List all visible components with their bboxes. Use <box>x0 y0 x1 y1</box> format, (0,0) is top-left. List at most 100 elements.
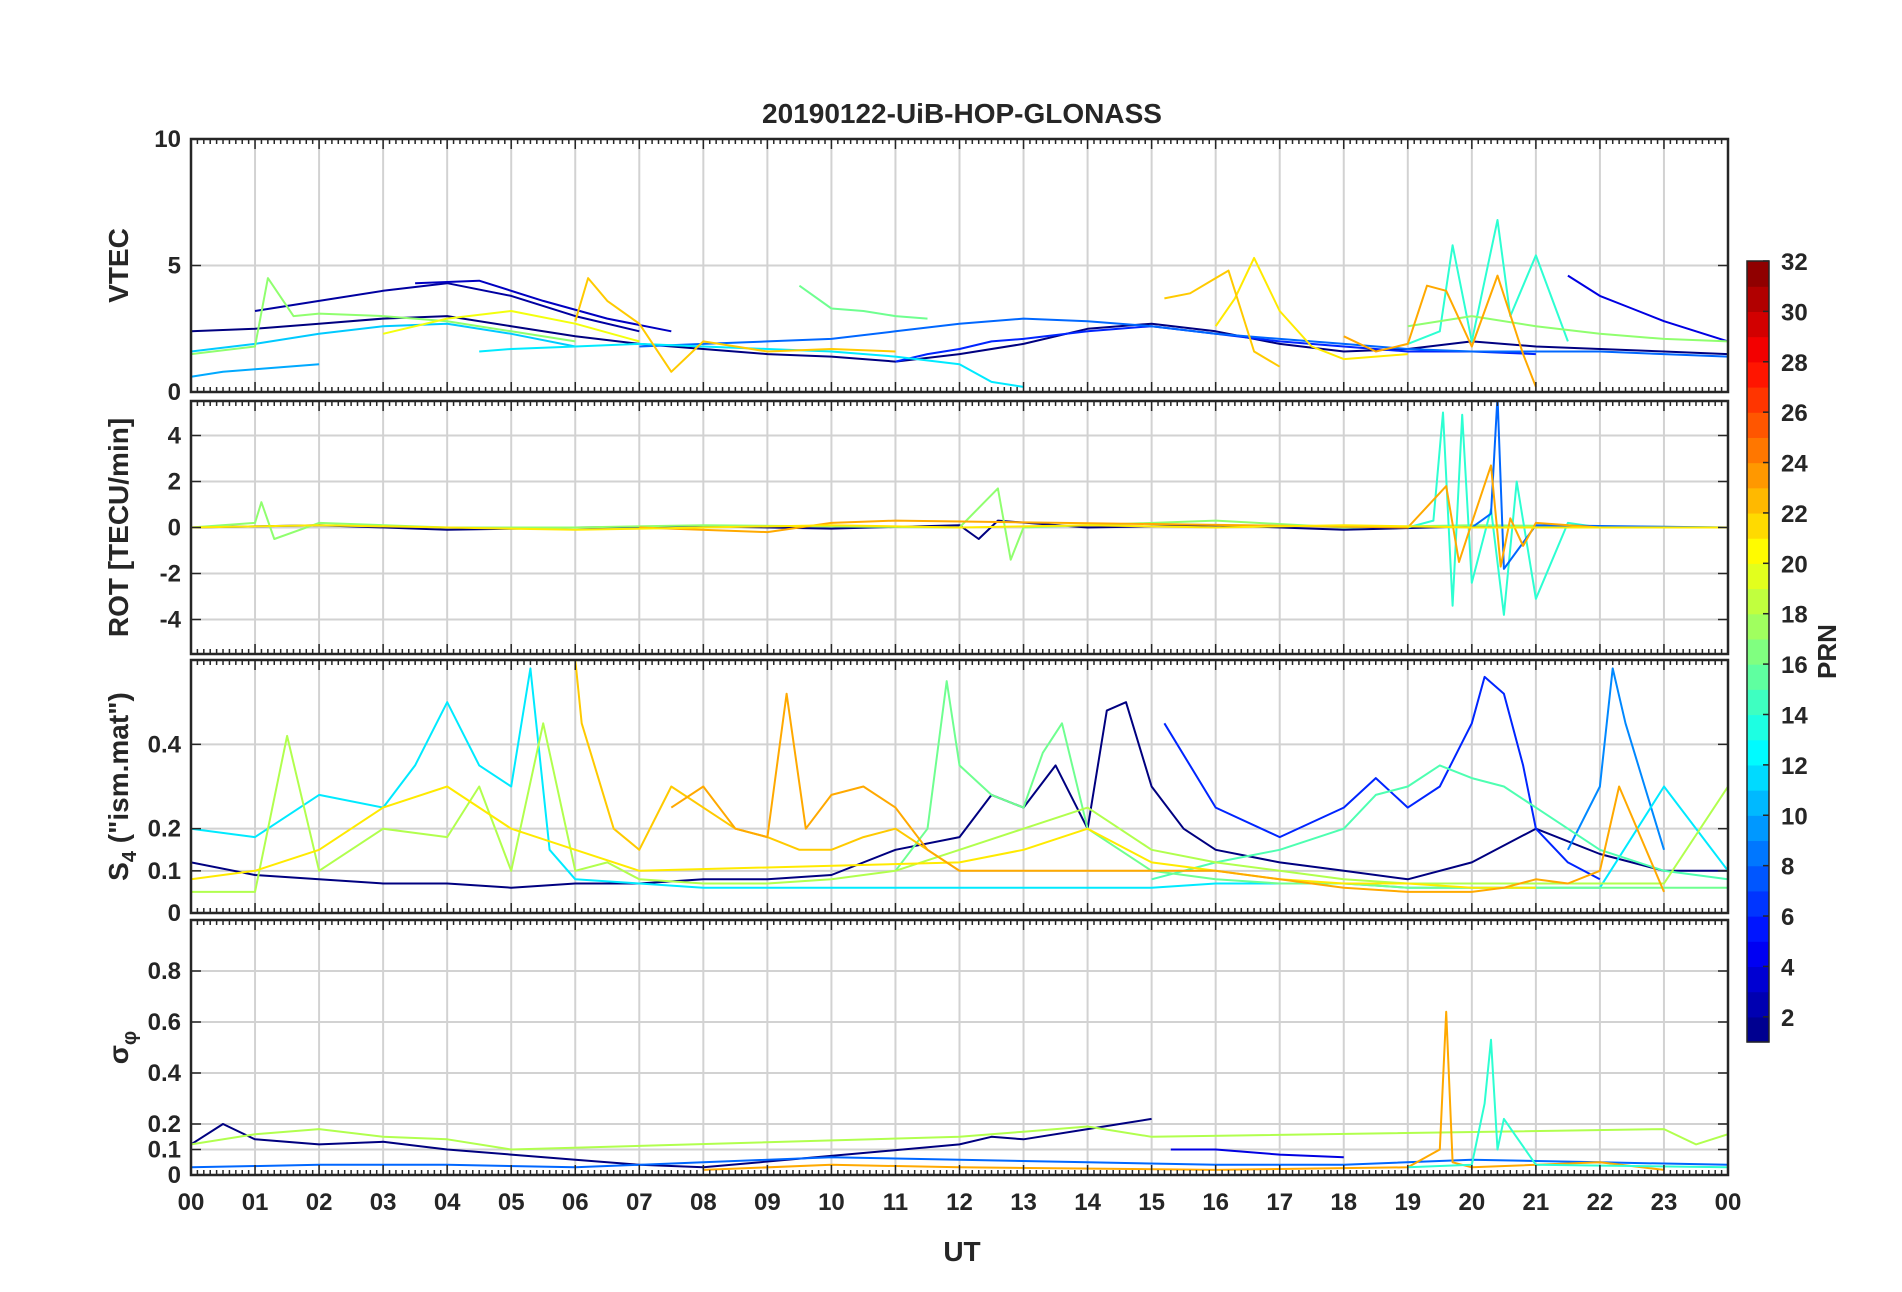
figure-background <box>0 0 1902 1292</box>
colorbar-tick-label: 26 <box>1781 400 1808 427</box>
colorbar-segment <box>1747 815 1769 842</box>
colorbar-tick-label: 18 <box>1781 602 1808 629</box>
x-tick-label: 13 <box>1010 1189 1037 1216</box>
colorbar-tick-label: 30 <box>1781 299 1808 326</box>
colorbar-label: PRN <box>1812 624 1842 679</box>
colorbar-segment <box>1747 412 1769 438</box>
colorbar-tick-label: 10 <box>1781 803 1808 830</box>
y-tick-label: 0 <box>168 900 181 927</box>
x-tick-label: 07 <box>626 1189 653 1216</box>
x-tick-label: 21 <box>1523 1189 1550 1216</box>
y-tick-label: 5 <box>168 253 181 280</box>
y-tick-label: 0.2 <box>148 1111 181 1138</box>
x-tick-label: 20 <box>1458 1189 1485 1216</box>
colorbar-gradient <box>1747 261 1769 1043</box>
x-tick-label: 14 <box>1074 1189 1101 1216</box>
y-tick-label: 0.1 <box>148 1137 181 1164</box>
colorbar-tick-label: 32 <box>1781 249 1808 276</box>
colorbar-segment <box>1747 462 1769 489</box>
y-tick-label: 0.2 <box>148 816 181 843</box>
colorbar-segment <box>1747 966 1769 993</box>
chart-title: 20190122-UiB-HOP-GLONASS <box>762 98 1162 129</box>
y-tick-label: 2 <box>168 469 181 496</box>
x-tick-label: 00 <box>178 1189 205 1216</box>
y-tick-label: 0.1 <box>148 858 181 885</box>
colorbar-segment <box>1747 538 1769 564</box>
colorbar-segment <box>1747 638 1769 665</box>
colorbar-tick-label: 24 <box>1781 451 1808 478</box>
x-tick-label: 15 <box>1138 1189 1165 1216</box>
colorbar-segment <box>1747 286 1769 312</box>
colorbar-segment <box>1747 563 1769 590</box>
colorbar-segment <box>1747 487 1769 514</box>
colorbar-segment <box>1747 739 1769 766</box>
y-axis-label: ROT [TECU/min] <box>103 418 134 637</box>
x-tick-label: 16 <box>1202 1189 1229 1216</box>
y-axis-label-subscript: φ <box>119 1031 141 1045</box>
colorbar-segment <box>1747 386 1769 413</box>
colorbar-tick-label: 20 <box>1781 551 1808 578</box>
x-axis-label: UT <box>943 1236 980 1267</box>
colorbar-segment <box>1747 437 1769 464</box>
y-axis-label-base: S <box>103 862 134 881</box>
colorbar-segment <box>1747 991 1769 1018</box>
x-tick-label: 03 <box>370 1189 397 1216</box>
colorbar-segment <box>1747 890 1769 917</box>
x-tick-label: 05 <box>498 1189 525 1216</box>
colorbar-segment <box>1747 941 1769 968</box>
colorbar-segment <box>1747 764 1769 791</box>
y-tick-label: 0.4 <box>148 731 182 758</box>
colorbar-segment <box>1747 613 1769 640</box>
colorbar-tick-label: 14 <box>1781 702 1808 729</box>
colorbar-tick-label: 2 <box>1781 1005 1794 1032</box>
y-tick-label: -4 <box>160 607 182 634</box>
y-tick-label: 0.4 <box>148 1060 182 1087</box>
y-tick-label: 0 <box>168 379 181 406</box>
colorbar-tick-label: 12 <box>1781 753 1808 780</box>
colorbar-segment <box>1747 865 1769 892</box>
colorbar-tick-label: 22 <box>1781 501 1808 528</box>
y-tick-label: 0 <box>168 1162 181 1189</box>
y-tick-label: 0.6 <box>148 1009 181 1036</box>
x-tick-label: 00 <box>1715 1189 1742 1216</box>
x-tick-label: 19 <box>1394 1189 1421 1216</box>
colorbar-tick-label: 8 <box>1781 854 1794 881</box>
colorbar-segment <box>1747 840 1769 867</box>
y-axis-label: VTEC <box>103 228 134 303</box>
x-tick-label: 08 <box>690 1189 717 1216</box>
colorbar-tick-label: 6 <box>1781 904 1794 931</box>
x-tick-label: 06 <box>562 1189 589 1216</box>
y-tick-label: 10 <box>154 126 181 153</box>
x-tick-label: 17 <box>1266 1189 1293 1216</box>
colorbar-segment <box>1747 361 1769 388</box>
colorbar-segment <box>1747 790 1769 816</box>
colorbar-segment <box>1747 689 1769 716</box>
colorbar-segment <box>1747 311 1769 338</box>
colorbar-segment <box>1747 916 1769 942</box>
x-tick-label: 04 <box>434 1189 461 1216</box>
x-tick-label: 11 <box>883 1189 908 1216</box>
colorbar-segment <box>1747 336 1769 363</box>
colorbar-segment <box>1747 588 1769 615</box>
y-axis-label-base: σ <box>103 1045 134 1064</box>
y-tick-label: -2 <box>160 561 181 588</box>
y-tick-label: 4 <box>168 423 182 450</box>
x-tick-label: 23 <box>1651 1189 1678 1216</box>
x-tick-label: 18 <box>1330 1189 1357 1216</box>
colorbar-segment <box>1747 261 1769 287</box>
x-tick-label: 02 <box>306 1189 333 1216</box>
y-axis-label-rest: ("ism.mat") <box>103 692 134 851</box>
x-tick-label: 09 <box>754 1189 781 1216</box>
colorbar-tick-label: 4 <box>1781 954 1795 981</box>
x-tick-label: 01 <box>242 1189 269 1216</box>
colorbar-segment <box>1747 1016 1769 1043</box>
colorbar-segment <box>1747 714 1769 741</box>
colorbar-segment <box>1747 512 1769 539</box>
colorbar-tick-label: 16 <box>1781 652 1808 679</box>
figure: 20190122-UiB-HOP-GLONASS 0510VTEC-4-2024… <box>0 0 1902 1292</box>
x-tick-label: 10 <box>818 1189 845 1216</box>
colorbar-tick-label: 28 <box>1781 350 1808 377</box>
y-tick-label: 0.8 <box>148 958 181 985</box>
x-tick-label: 22 <box>1587 1189 1614 1216</box>
y-tick-label: 0 <box>168 515 181 542</box>
